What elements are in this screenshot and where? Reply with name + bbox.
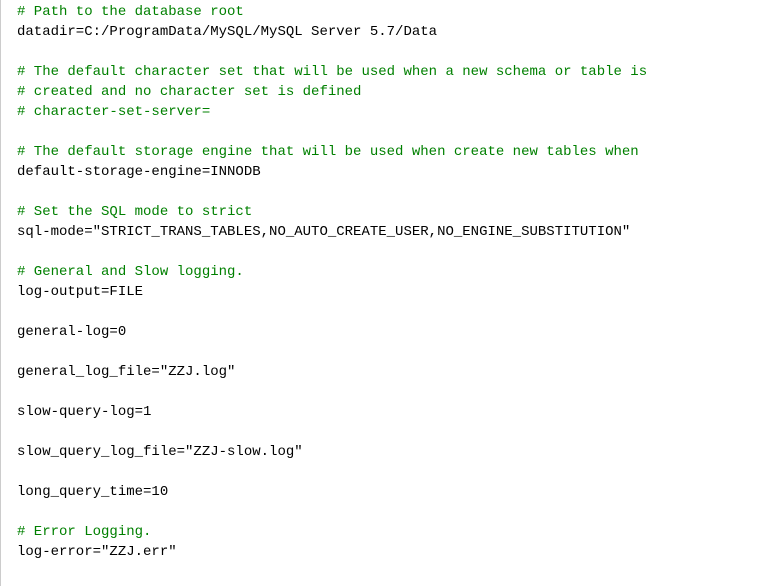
config-line: slow_query_log_file="ZZJ-slow.log" [17,442,769,462]
comment-line: # General and Slow logging. [17,262,769,282]
blank-line [17,182,769,202]
comment-line: # Error Logging. [17,522,769,542]
comment-line: # Path to the database root [17,2,769,22]
config-file-content: # Path to the database rootdatadir=C:/Pr… [1,0,769,562]
config-line: general_log_file="ZZJ.log" [17,362,769,382]
blank-line [17,502,769,522]
comment-line: # The default character set that will be… [17,62,769,82]
blank-line [17,122,769,142]
config-line: datadir=C:/ProgramData/MySQL/MySQL Serve… [17,22,769,42]
config-line: log-error="ZZJ.err" [17,542,769,562]
blank-line [17,302,769,322]
config-line: log-output=FILE [17,282,769,302]
config-line: general-log=0 [17,322,769,342]
config-line: long_query_time=10 [17,482,769,502]
config-line: slow-query-log=1 [17,402,769,422]
comment-line: # character-set-server= [17,102,769,122]
comment-line: # The default storage engine that will b… [17,142,769,162]
blank-line [17,42,769,62]
comment-line: # Set the SQL mode to strict [17,202,769,222]
blank-line [17,462,769,482]
blank-line [17,242,769,262]
comment-line: # created and no character set is define… [17,82,769,102]
config-line: default-storage-engine=INNODB [17,162,769,182]
blank-line [17,382,769,402]
blank-line [17,342,769,362]
blank-line [17,422,769,442]
config-line: sql-mode="STRICT_TRANS_TABLES,NO_AUTO_CR… [17,222,769,242]
